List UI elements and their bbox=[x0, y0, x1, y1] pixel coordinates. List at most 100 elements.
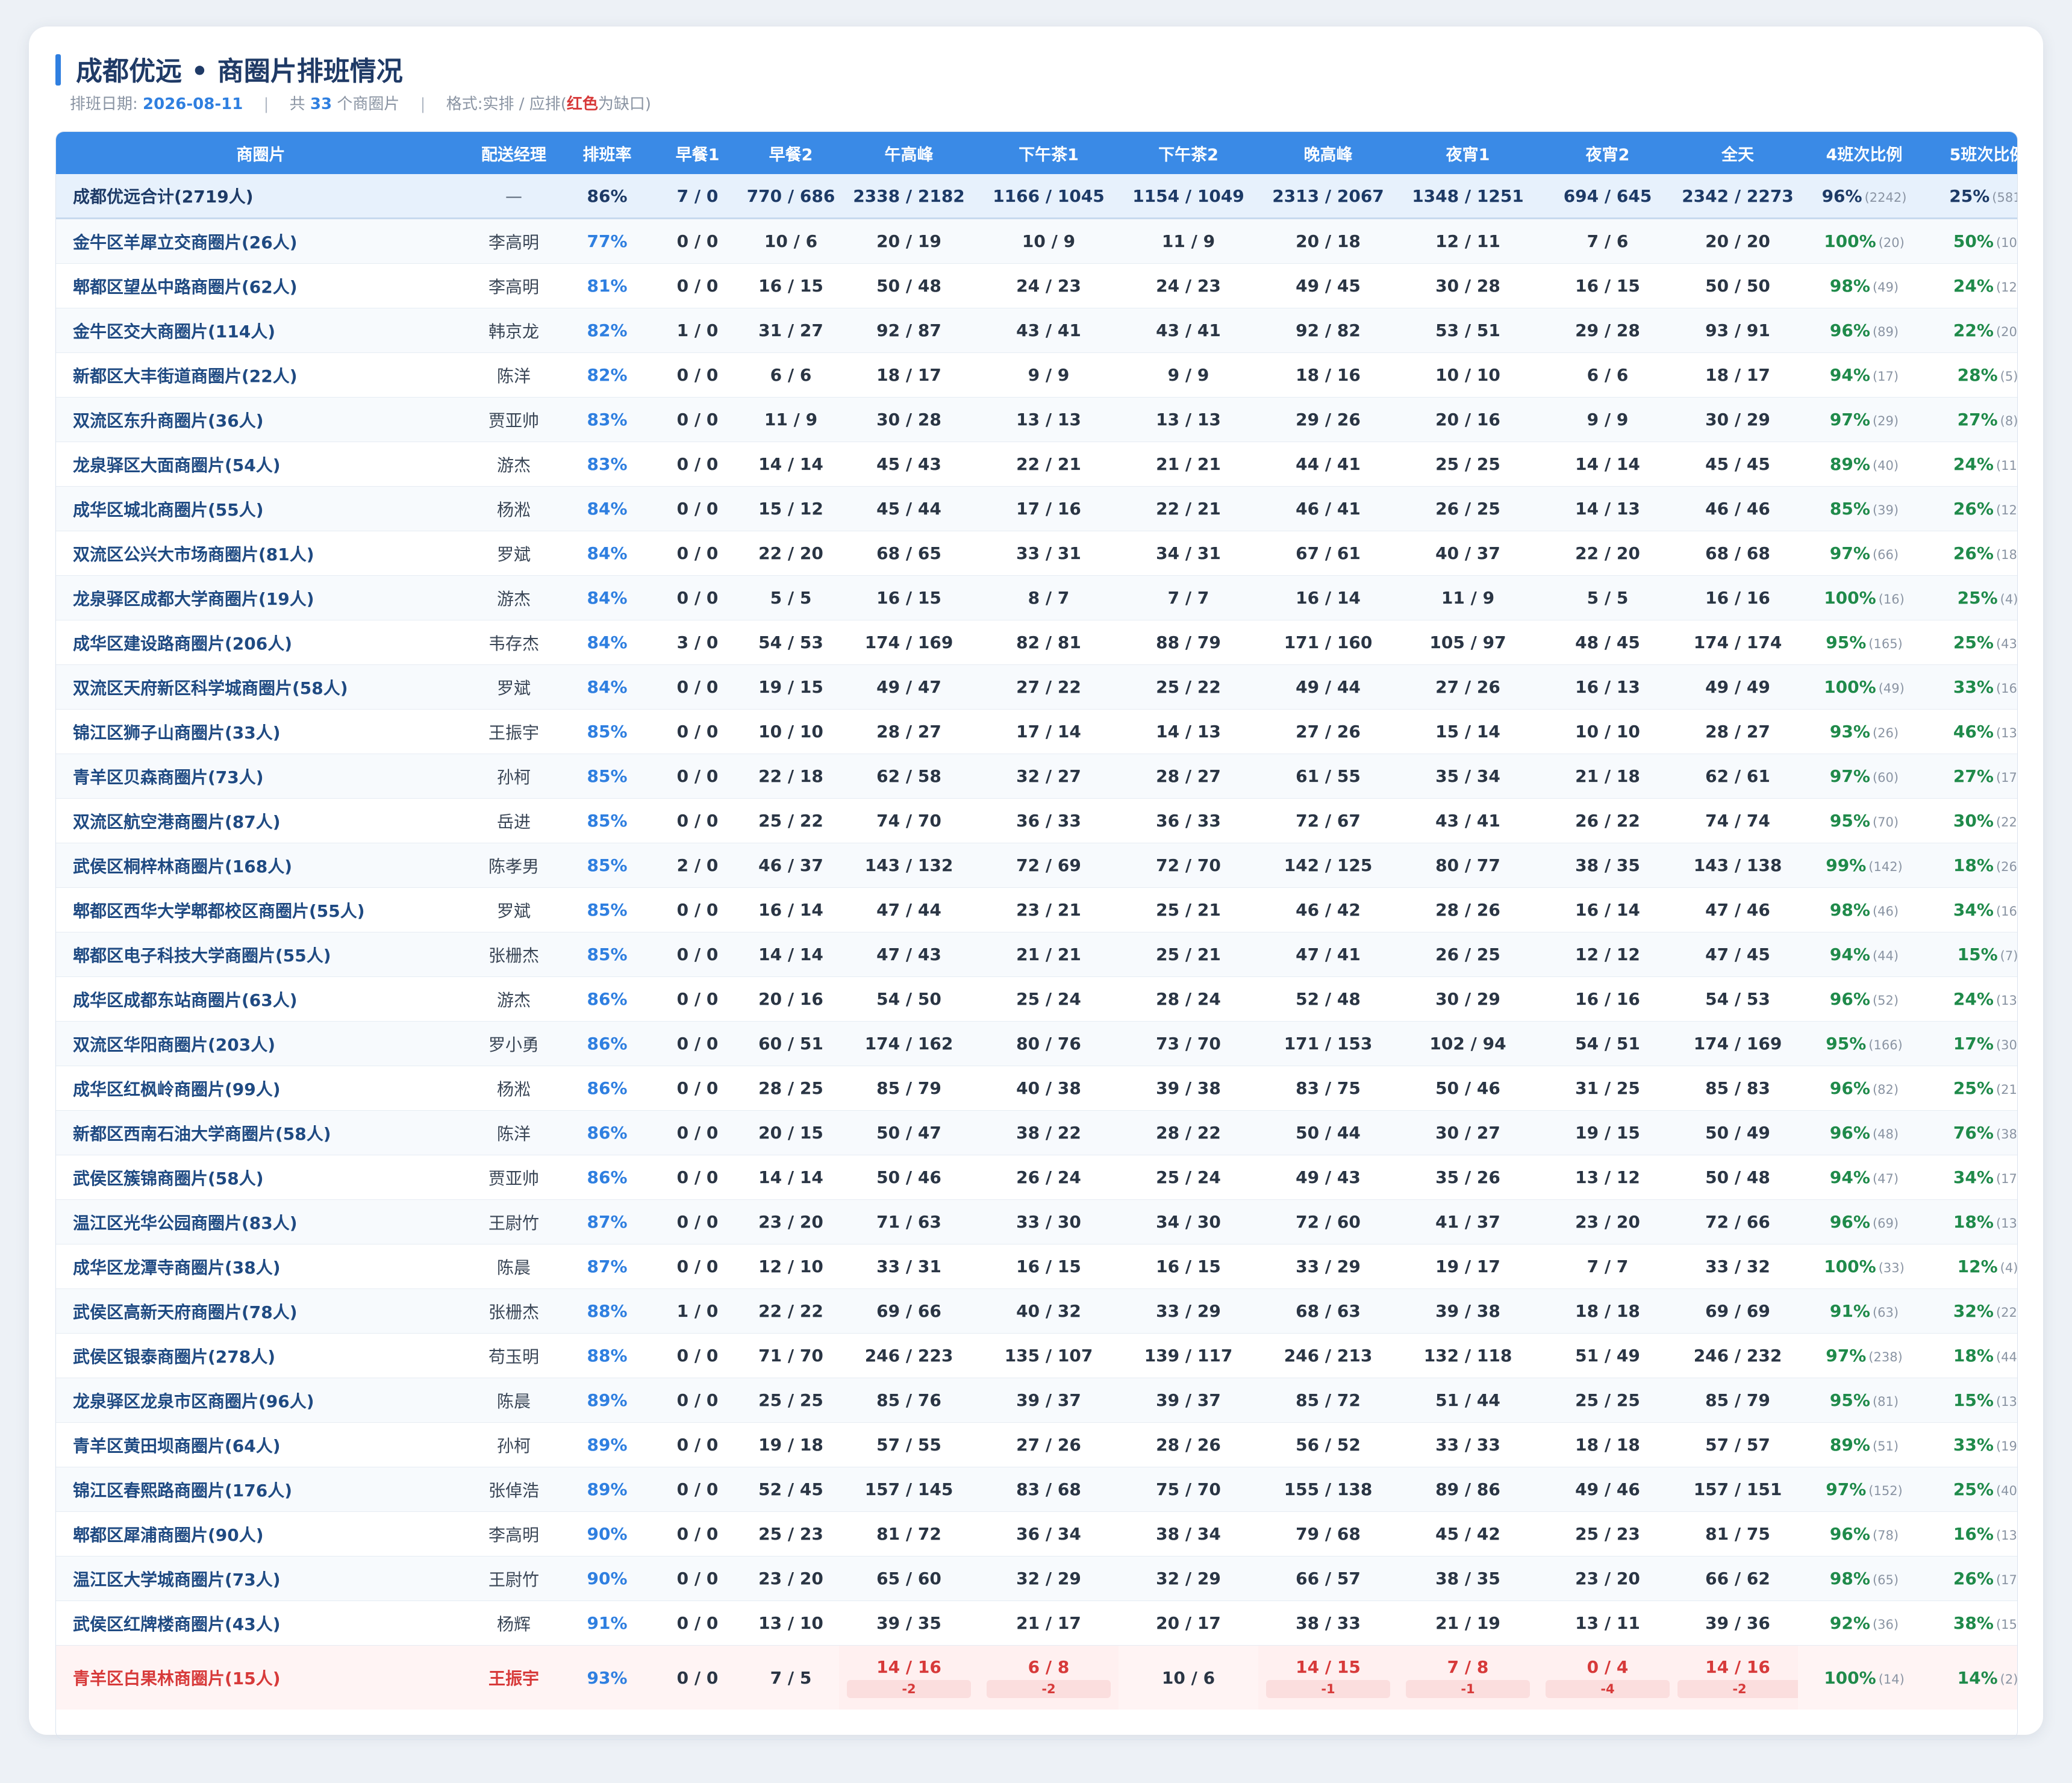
table-row[interactable]: 新都区大丰街道商圈片(22人) 陈洋 82% 0 / 06 / 6 18 / 17 9 /… bbox=[56, 352, 2017, 398]
table-row[interactable]: 成华区龙潭寺商圈片(38人) 陈晨 87% 0 / 0 12 / 10 33 / 31 16… bbox=[56, 1244, 2017, 1289]
table-row[interactable]: 青羊区贝森商圈片(73人) 孙柯 85% 0 / 0 22 / 18 62 / 58 32 … bbox=[56, 754, 2017, 799]
row-5shift-count: (13) bbox=[1996, 1528, 2017, 1543]
col-header-night1[interactable]: 夜宵1 bbox=[1398, 132, 1538, 174]
row-5shift: 18%(44) bbox=[1930, 1333, 2017, 1378]
col-header-rate[interactable]: 排班率 bbox=[562, 132, 652, 174]
row-4shift: 89% (51) bbox=[1798, 1422, 1930, 1467]
row-breakfast1: 0 / 0 bbox=[652, 575, 743, 620]
col-header-noon[interactable]: 午高峰 bbox=[839, 132, 979, 174]
table-row[interactable]: 龙泉驿区龙泉市区商圈片(96人) 陈晨 89% 0 / 0 25 / 25 85 / 76… bbox=[56, 1378, 2017, 1423]
row-breakfast2: 25 / 25 bbox=[743, 1378, 839, 1423]
row-tea2: 39 / 37 bbox=[1119, 1378, 1258, 1423]
table-row[interactable]: 双流区天府新区科学城商圈片(58人) 罗斌 84% 0 / 0 19 / 15 49 / … bbox=[56, 664, 2017, 710]
alert-row[interactable]: 青羊区白果林商圈片(15人) 王振宇 93% 0 / 0 7 / 5 14 / … bbox=[56, 1645, 2018, 1710]
row-tea2: 22 / 21 bbox=[1119, 486, 1258, 531]
col-header-area[interactable]: 商圈片 bbox=[56, 132, 466, 174]
row-rate: 85% bbox=[562, 887, 652, 932]
table-row[interactable]: 双流区东升商圈片(36人) 贾亚帅 83% 0 / 0 11 / 9 30 / 28 13 … bbox=[56, 397, 2017, 442]
row-rate: 82% bbox=[562, 308, 652, 353]
row-tea2: 88 / 79 bbox=[1119, 620, 1258, 665]
table-row[interactable]: 成华区成都东站商圈片(63人) 游杰 86% 0 / 0 20 / 16 54 / 50 2… bbox=[56, 976, 2017, 1022]
row-night1: 132 / 118 bbox=[1398, 1333, 1538, 1378]
row-tea1: 72 / 69 bbox=[979, 843, 1119, 888]
table-row[interactable]: 郫都区望丛中路商圈片(62人) 李高明 81% 0 / 0 16 / 15 50 / 48… bbox=[56, 263, 2017, 308]
row-area-name: 郫都区电子科技大学商圈片(55人) bbox=[56, 932, 466, 977]
table-row[interactable]: 温江区大学城商圈片(73人) 王尉竹 90% 0 / 0 23 / 20 65 / 60 3… bbox=[56, 1556, 2017, 1601]
row-4shift-count: (49) bbox=[1872, 280, 1899, 295]
table-row[interactable]: 双流区华阳商圈片(203人) 罗小勇 86% 0 / 0 60 / 51 174 / 16… bbox=[56, 1021, 2017, 1066]
row-tea2: 32 / 29 bbox=[1119, 1556, 1258, 1601]
row-tea1: 80 / 76 bbox=[979, 1021, 1119, 1066]
alert-name: 青羊区白果林商圈片(15人) bbox=[56, 1645, 466, 1710]
table-row[interactable]: 成华区建设路商圈片(206人) 韦存杰 84% 3 / 0 54 / 53 174 / 1… bbox=[56, 620, 2017, 665]
table-row[interactable]: 武侯区桐梓林商圈片(168人) 陈孝男 85% 2 / 0 46 / 37 143 / 1… bbox=[56, 843, 2017, 888]
alert-5shift-count: (2) bbox=[2000, 1672, 2018, 1687]
row-tea2: 16 / 15 bbox=[1119, 1244, 1258, 1289]
row-4shift-pct: 89% bbox=[1829, 454, 1870, 474]
row-night1: 28 / 26 bbox=[1398, 887, 1538, 932]
table-row[interactable]: 锦江区春熙路商圈片(176人) 张倬浩 89% 0 / 0 52 / 45 157 / 1… bbox=[56, 1467, 2017, 1512]
table-row[interactable]: 龙泉驿区大面商圈片(54人) 游杰 83% 0 / 0 14 / 14 45 / 43 22… bbox=[56, 442, 2017, 487]
row-breakfast2: 22 / 20 bbox=[743, 531, 839, 576]
col-header-breakfast2[interactable]: 早餐2 bbox=[743, 132, 839, 174]
row-5shift: 17%(30) bbox=[1930, 1021, 2017, 1066]
row-4shift: 100% (49) bbox=[1798, 664, 1930, 710]
row-4shift: 97% (29) bbox=[1798, 397, 1930, 442]
table-row[interactable]: 金牛区羊犀立交商圈片(26人) 李高明 77% 0 / 0 10 / 6 20 / 19 1… bbox=[56, 218, 2017, 264]
table-row[interactable]: 新都区西南石油大学商圈片(58人) 陈洋 86% 0 / 0 20 / 15 50 / 4… bbox=[56, 1110, 2017, 1155]
table-row[interactable]: 武侯区簇锦商圈片(58人) 贾亚帅 86% 0 / 0 14 / 14 50 / 46 26… bbox=[56, 1155, 2017, 1200]
table-row[interactable]: 郫都区西华大学郫都校区商圈片(55人) 罗斌 85% 0 / 0 16 / 14 47 /… bbox=[56, 887, 2017, 932]
col-header-5shift[interactable]: 5班次比例 bbox=[1930, 132, 2017, 174]
row-4shift: 100% (33) bbox=[1798, 1244, 1930, 1289]
table-row[interactable]: 郫都区电子科技大学商圈片(55人) 张栅杰 85% 0 / 0 14 / 14 47 / … bbox=[56, 932, 2017, 977]
row-rate: 81% bbox=[562, 263, 652, 308]
row-5shift: 12% (4) bbox=[1930, 1244, 2017, 1289]
col-header-allday[interactable]: 全天 bbox=[1677, 132, 1798, 174]
row-tea1: 33 / 30 bbox=[979, 1199, 1119, 1244]
row-4shift-count: (65) bbox=[1872, 1573, 1899, 1587]
row-night1: 33 / 33 bbox=[1398, 1422, 1538, 1467]
row-breakfast1: 0 / 0 bbox=[652, 1378, 743, 1423]
row-manager: 贾亚帅 bbox=[466, 1155, 562, 1200]
row-5shift: 25%(40) bbox=[1930, 1467, 2017, 1512]
table-row[interactable]: 温江区光华公园商圈片(83人) 王尉竹 87% 0 / 0 23 / 20 71 / 63… bbox=[56, 1199, 2017, 1244]
col-header-breakfast1[interactable]: 早餐1 bbox=[652, 132, 743, 174]
row-night2: 49 / 46 bbox=[1538, 1467, 1677, 1512]
row-5shift-pct: 32% bbox=[1953, 1301, 1994, 1321]
alert-breakfast2: 7 / 5 bbox=[743, 1645, 839, 1710]
row-noon: 71 / 63 bbox=[839, 1199, 979, 1244]
row-area-name: 龙泉驿区龙泉市区商圈片(96人) bbox=[56, 1378, 466, 1423]
col-header-tea1[interactable]: 下午茶1 bbox=[979, 132, 1119, 174]
table-row[interactable]: 武侯区红牌楼商圈片(43人) 杨辉 91% 0 / 0 13 / 10 39 / 35 21… bbox=[56, 1600, 2017, 1646]
col-header-tea2[interactable]: 下午茶2 bbox=[1119, 132, 1258, 174]
table-row[interactable]: 金牛区交大商圈片(114人) 韩京龙 82% 1 / 0 31 / 27 92 / 87 4… bbox=[56, 308, 2017, 353]
col-header-night2[interactable]: 夜宵2 bbox=[1538, 132, 1677, 174]
row-5shift-count: (38) bbox=[1996, 1127, 2017, 1141]
row-evening: 66 / 57 bbox=[1258, 1556, 1398, 1601]
col-header-manager[interactable]: 配送经理 bbox=[466, 132, 562, 174]
table-row[interactable]: 锦江区狮子山商圈片(33人) 王振宇 85% 0 / 0 10 / 10 28 / 27 1… bbox=[56, 709, 2017, 754]
table-row[interactable]: 双流区公兴大市场商圈片(81人) 罗斌 84% 0 / 0 22 / 20 68 / 65… bbox=[56, 531, 2017, 576]
row-4shift: 96% (52) bbox=[1798, 976, 1930, 1022]
table-row[interactable]: 郫都区犀浦商圈片(90人) 李高明 90% 0 / 0 25 / 23 81 / 72 36… bbox=[56, 1511, 2017, 1557]
total-rate: 86% bbox=[562, 174, 652, 219]
row-noon: 54 / 50 bbox=[839, 976, 979, 1022]
col-header-evening[interactable]: 晚高峰 bbox=[1258, 132, 1398, 174]
row-5shift-count: (13) bbox=[1996, 1216, 2017, 1231]
table-row[interactable]: 双流区航空港商圈片(87人) 岳进 85% 0 / 0 25 / 22 74 / 70 36… bbox=[56, 798, 2017, 843]
row-evening: 50 / 44 bbox=[1258, 1110, 1398, 1155]
table-row[interactable]: 成华区城北商圈片(55人) 杨淞 84% 0 / 0 15 / 12 45 / 44 17 … bbox=[56, 486, 2017, 531]
row-evening: 46 / 41 bbox=[1258, 486, 1398, 531]
table-row[interactable]: 武侯区高新天府商圈片(78人) 张栅杰 88% 1 / 0 22 / 22 69 / 66… bbox=[56, 1288, 2017, 1334]
row-breakfast2: 23 / 20 bbox=[743, 1556, 839, 1601]
alert-4shift-count: (14) bbox=[1878, 1672, 1905, 1687]
table-row[interactable]: 龙泉驿区成都大学商圈片(19人) 游杰 84% 0 / 05 / 5 16 / 15 8 … bbox=[56, 575, 2017, 620]
row-tea2: 25 / 22 bbox=[1119, 664, 1258, 710]
row-rate: 90% bbox=[562, 1556, 652, 1601]
col-header-4shift[interactable]: 4班次比例 bbox=[1798, 132, 1930, 174]
table-row[interactable]: 武侯区银泰商圈片(278人) 苟玉明 88% 0 / 0 71 / 70 246 / 22… bbox=[56, 1333, 2017, 1378]
row-breakfast1: 0 / 0 bbox=[652, 218, 743, 264]
table-row[interactable]: 成华区红枫岭商圈片(99人) 杨淞 86% 0 / 0 28 / 25 85 / 79 40… bbox=[56, 1066, 2017, 1111]
row-4shift-pct: 97% bbox=[1826, 1479, 1867, 1499]
table-row[interactable]: 青羊区黄田坝商圈片(64人) 孙柯 89% 0 / 0 19 / 18 57 / 55 27… bbox=[56, 1422, 2017, 1467]
